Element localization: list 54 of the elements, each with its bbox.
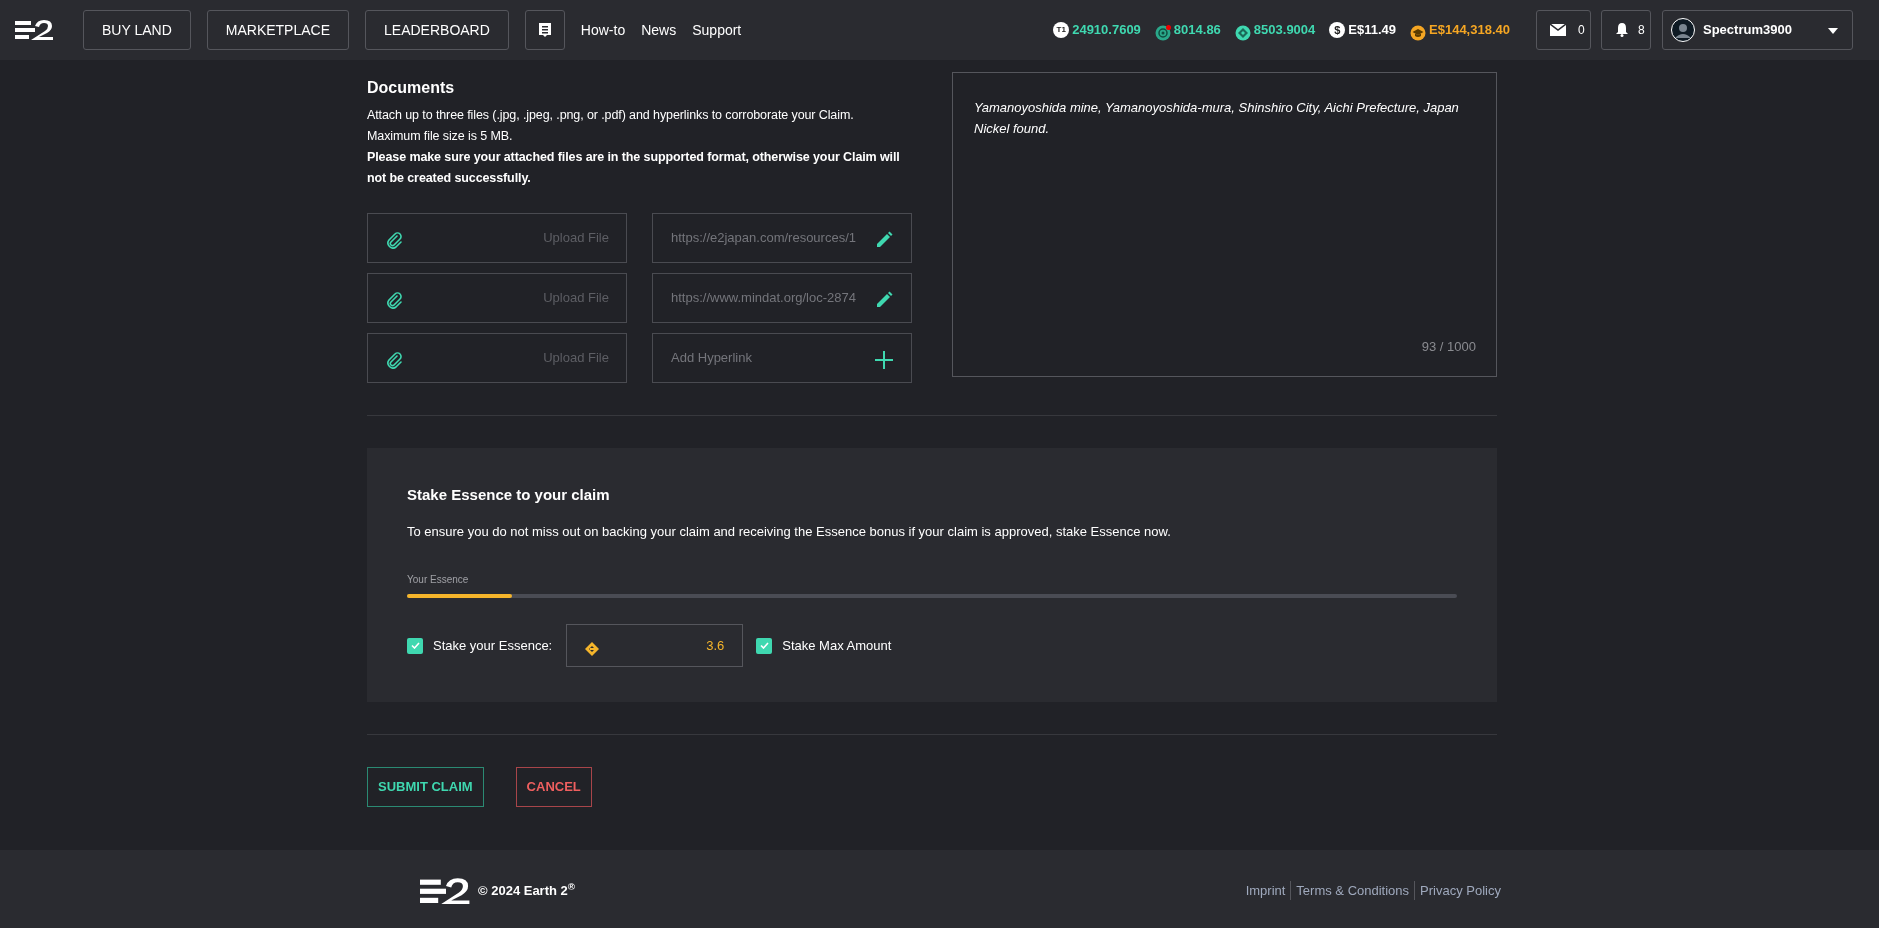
avatar-icon [1671, 18, 1695, 42]
document-icon [537, 22, 552, 38]
description-text: Please make sure your attached files are in the supported format, otherwise your Claim will not be created successfully. [367, 149, 901, 187]
character-counter: 93 / 1000 [1420, 337, 1476, 356]
balance-value: E$144,318.40 [1429, 21, 1510, 40]
field-label: Your Essence [407, 573, 470, 587]
balance-value: 8014.86 [1173, 21, 1221, 40]
checkbox-box[interactable] [407, 637, 423, 654]
balance-value: 8503.9004 [1253, 21, 1316, 40]
balance-value: 24910.7609 [1072, 21, 1141, 40]
pencil-icon[interactable] [875, 229, 893, 247]
footer-link[interactable]: Terms & Conditions [1290, 880, 1415, 901]
paperclip-icon [386, 289, 403, 307]
check-icon [759, 642, 769, 649]
description-text: Maximum file size is 5 MB. [367, 128, 514, 145]
check-icon [410, 642, 420, 649]
description-field[interactable]: Yamanoyoshida mine, Yamanoyoshida-mura, Shinshiro City, Aichi Prefecture, Japan Nickel found. 93 / 1000 [952, 72, 1497, 377]
section-title: Documents [367, 78, 456, 98]
nav-link[interactable]: Support [692, 19, 742, 41]
balance-value: E$11.49 [1348, 21, 1397, 40]
logo-icon [420, 877, 470, 904]
panel-title: Stake Essence to your claim [407, 485, 611, 505]
description-text: To ensure you do not miss out on backing your claim and receiving the Essence bonus if your claim is approved, stake Essence now. [407, 522, 1172, 541]
plus-icon[interactable] [875, 349, 893, 367]
copyright-text: © 2024 Earth 2$^{®}$ [478, 880, 575, 900]
bell-icon [1616, 23, 1628, 37]
caret-icon [1828, 27, 1838, 34]
hyperlink-field[interactable]: https://e2japan.com/resources/1 [652, 213, 912, 263]
footer-link[interactable]: Imprint [1240, 880, 1291, 901]
nav-button[interactable]: LEADERBOARD [365, 10, 509, 50]
description-text: Attach up to three files (.jpg, .jpeg, .png, or .pdf) and hyperlinks to corroborate your Claim. [367, 107, 855, 124]
submit-button[interactable]: SUBMIT CLAIM [367, 767, 484, 807]
notifications-button[interactable]: 8 [1601, 10, 1651, 50]
dollar-coin-badge: $ [1329, 22, 1346, 38]
target-icon [1154, 22, 1171, 38]
mail-icon [1550, 24, 1566, 36]
nav-link[interactable]: How-to [580, 19, 626, 41]
paperclip-icon [386, 229, 403, 247]
cancel-button[interactable]: CANCEL [515, 767, 592, 807]
checkbox[interactable]: Stake Max Amount [756, 635, 892, 656]
tier-badge: T1 [1053, 22, 1070, 38]
pencil-icon[interactable] [875, 289, 893, 307]
nav-link[interactable]: News [641, 19, 677, 41]
paperclip-icon [386, 349, 403, 367]
checkbox[interactable]: Stake your Essence: [407, 635, 553, 656]
nav-button[interactable]: BUY LAND [83, 10, 191, 50]
logo-icon[interactable] [15, 19, 55, 41]
user-menu-button[interactable]: Spectrum3900 [1662, 10, 1853, 50]
docs-button[interactable] [524, 10, 565, 50]
amount-field[interactable]: 3.6 [566, 624, 744, 667]
messages-button[interactable]: 0 [1536, 10, 1591, 50]
footer-link[interactable]: Privacy Policy [1414, 880, 1506, 901]
checkbox-box[interactable] [756, 637, 773, 654]
nav-button[interactable]: MARKETPLACE [206, 10, 350, 50]
